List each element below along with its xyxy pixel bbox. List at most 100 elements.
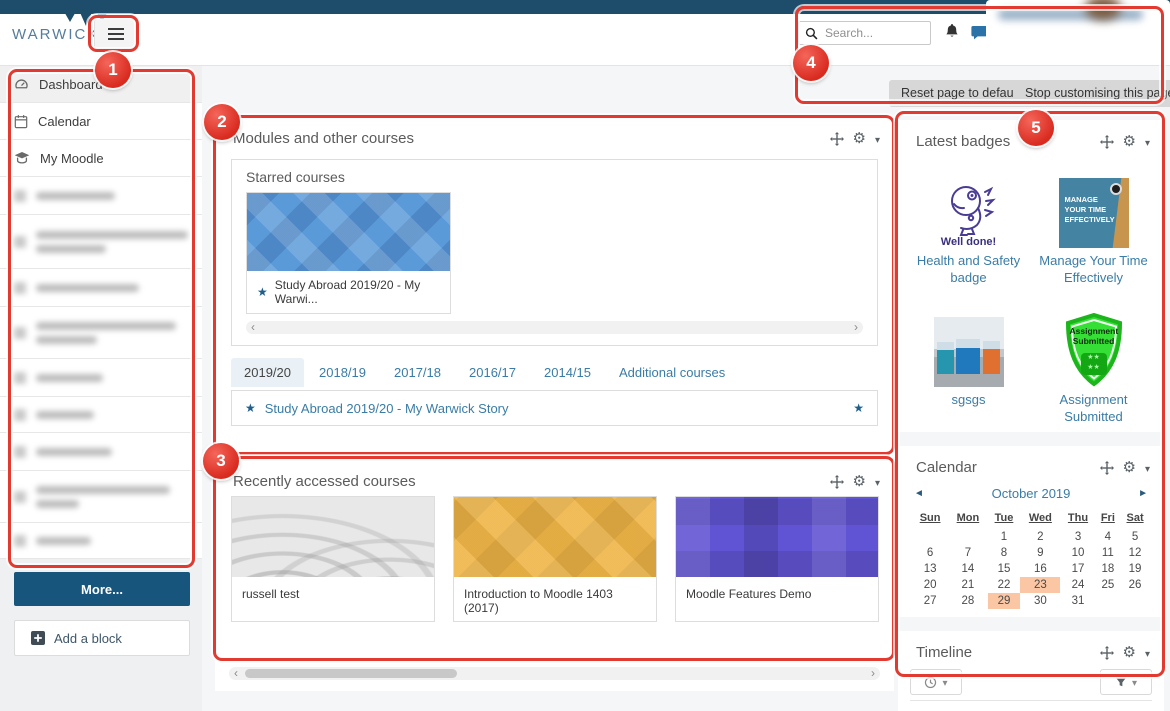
move-icon[interactable] [830,475,844,489]
calendar-day-event[interactable]: 29 [988,593,1021,609]
tab-2019-20[interactable]: 2019/20 [231,358,304,387]
calendar-day-event[interactable]: 23 [1020,577,1060,593]
gear-icon[interactable] [853,472,866,491]
tab-additional-courses[interactable]: Additional courses [606,358,738,387]
move-icon[interactable] [1100,646,1114,660]
course-card[interactable]: Moodle Features Demo [675,496,879,622]
day-header: Wed [1020,510,1060,529]
chevron-down-icon[interactable] [1145,644,1150,662]
sidebar-item-my-moodle[interactable]: My Moodle [0,140,202,177]
move-icon[interactable] [830,132,844,146]
scroll-right-icon[interactable] [854,321,858,333]
stop-customising-button[interactable]: Stop customising this page [1013,80,1170,107]
add-block-label: Add a block [54,631,122,646]
sidebar-item-blurred[interactable] [0,269,202,307]
badge-image-dinosaur: Well done! [941,160,997,248]
gear-icon[interactable] [1123,132,1136,151]
menu-toggle-button[interactable] [94,19,137,49]
notifications-bell-icon[interactable] [944,23,960,40]
chevron-down-icon[interactable] [1145,459,1150,477]
star-icon [257,285,268,299]
calendar-month-label[interactable]: October 2019 [992,486,1071,501]
chevron-down-icon[interactable] [875,130,880,148]
calendar-day-today[interactable]: 17 [1060,561,1095,577]
tab-2018-19[interactable]: 2018/19 [306,358,379,387]
sidebar-item-dashboard[interactable]: Dashboard [0,66,202,103]
tab-2017-18[interactable]: 2017/18 [381,358,454,387]
badge-label: Health and Safety badge [911,253,1027,287]
timeline-sort-dropdown[interactable] [910,669,962,695]
gear-icon[interactable] [1123,643,1136,662]
calendar-icon [14,114,28,129]
latest-badges-block: Latest badges [898,120,1164,432]
tab-2016-17[interactable]: 2016/17 [456,358,529,387]
recent-courses-row: russell test Introduction to Moodle 1403… [231,496,879,622]
badge-assignment-submitted[interactable]: Assignment Submitted Assignment Submitte… [1036,299,1152,426]
badge-label: sgsgs [952,392,986,409]
sidebar-item-calendar[interactable]: Calendar [0,103,202,140]
more-button[interactable]: More... [14,572,190,606]
move-icon[interactable] [1100,135,1114,149]
badge-health-and-safety[interactable]: Well done! Health and Safety badge [911,160,1027,287]
move-icon[interactable] [1100,461,1114,475]
dashboard-gauge-icon [14,78,29,91]
course-image-waves [232,497,434,577]
starred-courses-panel: Starred courses Study Abroad 2019/20 - M… [231,159,878,346]
badge-image-shield: Assignment Submitted [1060,313,1128,387]
course-card[interactable]: Introduction to Moodle 1403 (2017) [453,496,657,622]
sidebar-item-blurred[interactable] [0,433,202,471]
graduation-cap-icon [14,151,30,165]
previous-month-icon[interactable] [914,488,924,499]
calendar-day [912,529,948,545]
sidebar-item-blurred[interactable] [0,397,202,433]
scroll-left-icon[interactable] [234,667,238,679]
calendar-day: 15 [988,561,1021,577]
course-link[interactable]: Study Abroad 2019/20 - My Warwick Story [265,401,844,416]
calendar-day: 12 [1120,545,1150,561]
chevron-down-icon[interactable] [1145,133,1150,151]
sidebar-nav: Dashboard Calendar My Moodle [0,66,202,711]
scrollbar-thumb[interactable] [245,669,457,678]
badge-sgsgs[interactable]: sgsgs [911,299,1027,426]
reset-page-button[interactable]: Reset page to default [889,80,1032,107]
star-toggle-icon[interactable] [853,399,864,417]
course-image-diamonds [247,193,450,271]
course-card[interactable]: russell test [231,496,435,622]
scroll-right-icon[interactable] [871,667,875,679]
course-caption: Introduction to Moodle 1403 (2017) [454,577,656,621]
timeline-filter-dropdown[interactable] [1100,669,1152,695]
calendar-day: 21 [948,577,987,593]
gear-icon[interactable] [1123,458,1136,477]
calendar-day: 28 [948,593,987,609]
calendar-day: 25 [1096,577,1121,593]
sidebar-item-blurred[interactable] [0,471,202,523]
calendar-grid: Sun Mon Tue Wed Thu Fri Sat 1 2 3 4 5 [912,510,1150,609]
search-input[interactable] [825,22,928,44]
user-menu-blurred[interactable] [986,0,1170,50]
badge-label: Assignment Submitted [1036,392,1152,426]
tab-2014-15[interactable]: 2014/15 [531,358,604,387]
sidebar-item-blurred[interactable] [0,307,202,359]
sidebar-item-blurred[interactable] [0,215,202,269]
calendar-day: 14 [948,561,987,577]
badge-manage-your-time[interactable]: MANAGE YOUR TIME EFFECTIVELY Manage Your… [1036,160,1152,287]
calendar-day: 2 [1020,529,1060,545]
badge-image-text: Assignment Submitted [1070,326,1118,346]
username-blurred [998,9,1143,20]
add-block-button[interactable]: Add a block [14,620,190,656]
recent-block-title: Recently accessed courses [233,473,416,490]
calendar-day: 16 [1020,561,1060,577]
next-month-icon[interactable] [1138,488,1148,499]
sidebar-item-label: My Moodle [40,151,104,166]
sidebar-item-blurred[interactable] [0,177,202,215]
sidebar-item-blurred[interactable] [0,359,202,397]
horizontal-scrollbar[interactable] [246,321,863,334]
horizontal-scrollbar[interactable] [229,667,880,680]
chevron-down-icon [942,673,947,691]
scroll-left-icon[interactable] [251,321,255,333]
sidebar-item-blurred[interactable] [0,523,202,559]
gear-icon[interactable] [853,129,866,148]
chevron-down-icon[interactable] [875,473,880,491]
starred-course-card[interactable]: Study Abroad 2019/20 - My Warwi... [246,192,451,314]
divider [910,700,1152,701]
